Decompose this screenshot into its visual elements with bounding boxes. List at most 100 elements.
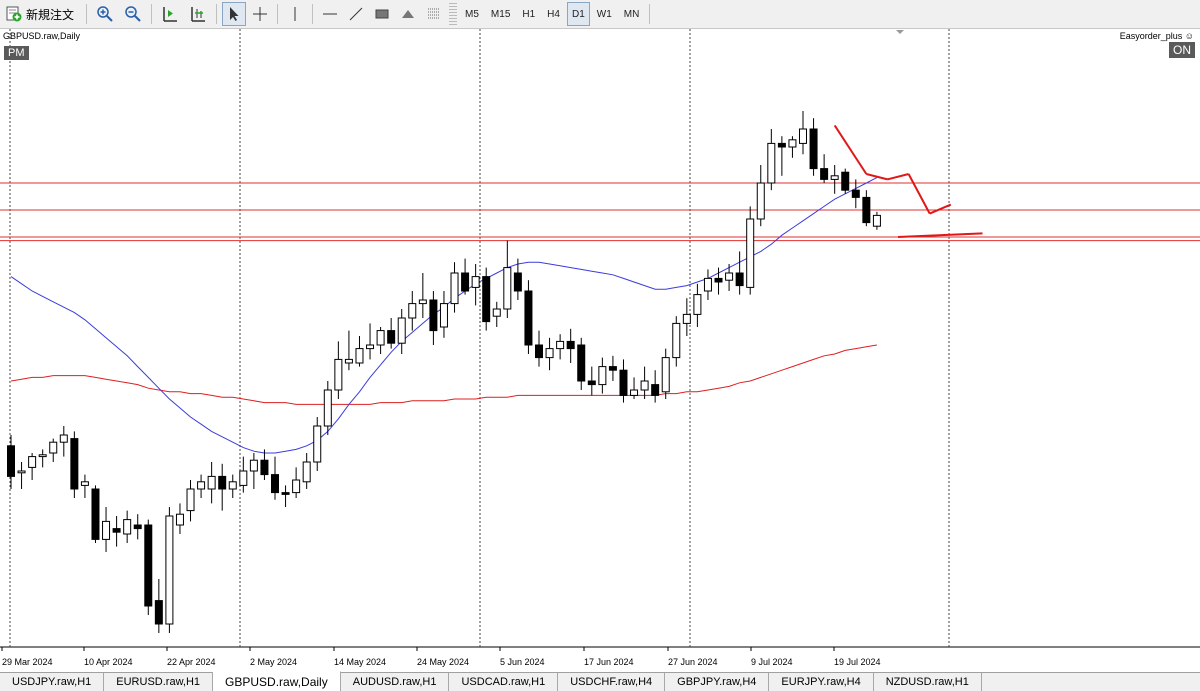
tab-usdcad[interactable]: USDCAD.raw,H1 (449, 673, 559, 691)
candle-bullish (767, 142, 776, 184)
tab-eurjpy[interactable]: EURJPY.raw,H4 (769, 673, 874, 691)
tab-usdchf[interactable]: USDCHF.raw,H4 (558, 673, 666, 691)
x-axis-label: 17 Jun 2024 (584, 657, 634, 667)
candle-bearish (482, 276, 491, 323)
toolbar-grip[interactable] (449, 3, 458, 25)
x-axis-label: 5 Jun 2024 (500, 657, 545, 667)
candle-bearish (619, 369, 628, 396)
candle-bullish (355, 348, 364, 364)
annotation-line (833, 124, 868, 175)
expert-advisor-status[interactable]: ON (1169, 42, 1195, 58)
tab-eurusd[interactable]: EURUSD.raw,H1 (104, 673, 214, 691)
new-order-icon (6, 6, 22, 22)
price-chart[interactable]: 29 Mar 2024 10 Apr 2024 22 Apr 2024 2 May 2… (0, 29, 1200, 672)
candle-bullish (872, 214, 881, 227)
candle-bearish (862, 196, 871, 224)
session-badge: PM (4, 46, 29, 60)
candle-bullish (492, 308, 501, 317)
tf-w1-button[interactable]: W1 (592, 2, 617, 26)
tf-h4-button[interactable]: H4 (542, 2, 565, 26)
x-axis-label: 9 Jul 2024 (751, 657, 793, 667)
candle-bearish (587, 380, 596, 386)
tab-gbpusd[interactable]: GBPUSD.raw,Daily (213, 671, 341, 691)
chart-shift-marker (896, 30, 904, 34)
candle-bullish (799, 128, 807, 144)
candle-bullish (503, 267, 512, 310)
candle-bearish (566, 340, 575, 350)
zoom-in-button[interactable] (92, 2, 118, 26)
candle-bullish (239, 470, 248, 486)
candle-bullish (450, 272, 459, 305)
candle-bearish (154, 600, 163, 625)
tf-h1-button[interactable]: H1 (517, 2, 540, 26)
candle-bullish (123, 519, 132, 535)
autoscroll-button[interactable] (185, 2, 211, 26)
x-axis-label: 19 Jul 2024 (834, 657, 881, 667)
new-order-button[interactable]: 新規注文 (3, 2, 81, 26)
candle-bullish (38, 454, 47, 458)
candle-bullish (102, 520, 111, 540)
chart-shift-icon (163, 7, 178, 22)
candle-bullish (80, 481, 89, 486)
candle-bearish (144, 524, 153, 607)
vertical-line-button[interactable] (283, 2, 307, 26)
tf-m15-button[interactable]: M15 (486, 2, 515, 26)
candle-bullish (408, 303, 417, 319)
toolbar-separator (86, 4, 88, 24)
candle-bearish (608, 366, 617, 371)
candle-bullish (334, 358, 343, 391)
tf-d1-button[interactable]: D1 (566, 2, 590, 26)
cursor-arrow-icon (230, 7, 239, 21)
annotation-line (907, 173, 931, 215)
chart-shift-button[interactable] (157, 2, 183, 26)
horizontal-line-icon (323, 13, 338, 15)
tab-gbpjpy[interactable]: GBPJPY.raw,H4 (665, 673, 770, 691)
cursor-button[interactable] (222, 2, 247, 26)
rectangle-icon (375, 9, 389, 19)
candle-bullish (830, 175, 839, 180)
candle-bullish (672, 322, 681, 359)
x-axis-label: 27 Jun 2024 (668, 657, 718, 667)
crosshair-button[interactable] (248, 2, 272, 26)
zoom-out-button[interactable] (120, 2, 146, 26)
candle-bullish (323, 389, 332, 427)
candle-bullish (49, 441, 58, 454)
toolbar-separator (151, 4, 153, 24)
toolbar-separator (216, 4, 218, 24)
candle-bearish (777, 142, 786, 148)
annotation-line (929, 203, 952, 215)
toolbar-separator (277, 4, 279, 24)
triangle-icon (402, 10, 415, 18)
trendline-button[interactable] (344, 2, 368, 26)
tf-m5-button[interactable]: M5 (460, 2, 484, 26)
candle-bearish (577, 344, 586, 382)
candle-bullish (302, 461, 311, 483)
horizontal-line-button[interactable] (318, 2, 342, 26)
candle-bearish (841, 171, 850, 191)
annotation-line (887, 173, 909, 181)
candle-bullish (228, 481, 237, 490)
candle-bearish (218, 475, 227, 490)
candle-bearish (70, 438, 79, 490)
candle-bullish (207, 475, 216, 490)
candle-bearish (820, 168, 829, 180)
x-axis-label: 22 Apr 2024 (167, 657, 216, 667)
candle-bearish (524, 290, 533, 346)
triangle-button[interactable] (396, 2, 420, 26)
tab-usdjpy[interactable]: USDJPY.raw,H1 (0, 673, 105, 691)
rectangle-button[interactable] (370, 2, 394, 26)
candle-bullish (186, 488, 195, 512)
candle-bearish (260, 459, 269, 476)
tab-nzdusd[interactable]: NZDUSD.raw,H1 (873, 673, 982, 691)
candle-bullish (249, 459, 258, 472)
candle-bullish (788, 139, 797, 148)
chart-area[interactable]: 29 Mar 2024 10 Apr 2024 22 Apr 2024 2 May 2… (0, 29, 1200, 672)
candle-bearish (461, 272, 470, 292)
candle-bullish (545, 348, 554, 359)
tab-audusd[interactable]: AUDUSD.raw,H1 (340, 673, 450, 691)
candle-bullish (756, 182, 765, 220)
tf-mn-button[interactable]: MN (619, 2, 645, 26)
fibonacci-button[interactable] (422, 2, 446, 26)
candle-bullish (197, 481, 206, 490)
candle-bullish (725, 272, 734, 281)
